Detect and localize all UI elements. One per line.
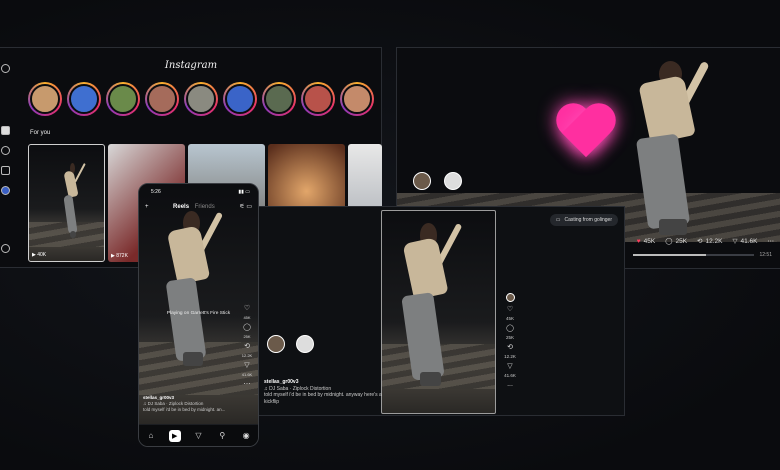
share-icon[interactable]: ▽: [244, 361, 249, 369]
status-bar: 5:26 ▮▮ ▭: [151, 189, 250, 195]
tagged-avatars: [413, 172, 462, 190]
progress-bar[interactable]: [633, 254, 754, 256]
avatar: [444, 172, 462, 190]
story-avatar[interactable]: [145, 82, 179, 116]
instagram-logo: Instagram: [164, 60, 218, 71]
home-icon[interactable]: [1, 126, 10, 135]
reel-video[interactable]: [381, 210, 496, 414]
story-avatar[interactable]: [262, 82, 296, 116]
story-avatar[interactable]: [301, 82, 335, 116]
story-avatar[interactable]: [106, 82, 140, 116]
story-avatar[interactable]: [67, 82, 101, 116]
search-icon[interactable]: ⚲: [216, 430, 228, 442]
reel-caption: stellas_gr00v3 ♫ DJ Saba · Ziplock Disto…: [143, 395, 239, 412]
story-avatar[interactable]: [184, 82, 218, 116]
tablet-window: ▭ Casting from golinger ♡ 45K ◯ 25K ⟲ 12.2K…: [258, 206, 625, 416]
more-icon[interactable]: [1, 244, 10, 253]
comment-icon[interactable]: ◯: [506, 324, 514, 332]
duration: 12:51: [759, 252, 772, 258]
caption-text: told myself i'd be in bed by midnight. a…: [264, 392, 382, 405]
avatar: [296, 335, 314, 353]
repost-stat[interactable]: ⟲ 12.2K: [697, 237, 722, 246]
comment-stat[interactable]: ◯ 25K: [665, 237, 687, 246]
like-stat[interactable]: ♥ 45K: [637, 238, 655, 245]
heart-icon[interactable]: ♡: [244, 304, 250, 312]
tab-friends[interactable]: Friends: [195, 204, 215, 210]
reel-tile[interactable]: ▶ 40K: [28, 144, 105, 262]
share-stat[interactable]: ▽ 41.6K: [732, 237, 758, 246]
song-info[interactable]: ♫ DJ Saba · Ziplock Distortion: [143, 401, 203, 406]
avatar[interactable]: [505, 293, 515, 302]
heart-icon[interactable]: ♡: [507, 305, 513, 313]
avatar: [413, 172, 431, 190]
laptop-sidebar: [0, 48, 12, 267]
share-icon[interactable]: ▽: [507, 362, 512, 370]
phone-action-rail: ♡ 45K ◯ 25K ⟲ 12.2K ▽ 41.6K ⋯: [241, 304, 253, 388]
reel-caption: stellas_gr00v3 ♫ DJ Saba · Ziplock Disto…: [264, 379, 382, 405]
heart-animation: [555, 105, 617, 161]
scene: Instagram For you ▶ 40K ▶ 872K ♥ 45K ◯ 2…: [0, 0, 780, 470]
casting-badge[interactable]: ▭ Casting from golinger: [549, 214, 618, 226]
username[interactable]: stellas_gr00v3: [143, 395, 174, 400]
repost-icon[interactable]: ⟲: [244, 342, 250, 350]
tab-reels[interactable]: Reels: [173, 204, 189, 210]
search-icon[interactable]: [1, 146, 10, 155]
signal-battery-icon: ▮▮ ▭: [238, 189, 250, 195]
explore-icon[interactable]: [1, 186, 10, 195]
phone-device: 5:26 ▮▮ ▭ + Reels Friends ⚟ ▭ Playing on…: [138, 183, 259, 447]
cast-icon[interactable]: ▭: [246, 204, 252, 210]
avatar: [267, 335, 285, 353]
heart-icon: ♥: [636, 237, 641, 245]
bottom-nav: ⌂ ▶ ▽ ⚲ ◉: [139, 424, 258, 446]
add-icon[interactable]: +: [145, 204, 149, 210]
share-icon: ▽: [732, 238, 738, 245]
view-count: ▶ 872K: [111, 253, 128, 259]
comment-icon: ◯: [665, 238, 673, 245]
comment-icon[interactable]: ◯: [243, 323, 251, 331]
send-icon[interactable]: ▽: [192, 430, 204, 442]
repost-icon: ⟲: [697, 238, 703, 245]
caption-text: told myself i'd be in bed by midnight. a…: [143, 406, 226, 412]
stories-row: [28, 82, 374, 116]
username[interactable]: stellas_gr00v3: [264, 379, 298, 385]
cast-icon: ▭: [555, 217, 561, 223]
more-icon[interactable]: ...: [507, 381, 513, 388]
story-avatar[interactable]: [28, 82, 62, 116]
tagged-avatars: [267, 335, 314, 353]
bookmark-icon[interactable]: [1, 166, 10, 175]
repost-icon[interactable]: ⟲: [507, 343, 513, 351]
tv-stats-bar: ♥ 45K ◯ 25K ⟲ 12.2K ▽ 41.6K ⋯: [637, 237, 775, 246]
profile-icon[interactable]: ◉: [240, 430, 252, 442]
reels-header: + Reels Friends ⚟ ▭: [145, 203, 252, 211]
story-avatar[interactable]: [223, 82, 257, 116]
home-icon[interactable]: ⌂: [145, 430, 157, 442]
story-avatar[interactable]: [340, 82, 374, 116]
song-info[interactable]: ♫ DJ Saba · Ziplock Distortion: [264, 386, 331, 392]
view-count: ▶ 40K: [32, 252, 47, 258]
reels-icon[interactable]: ▶: [168, 429, 181, 442]
section-label: For you: [30, 130, 51, 136]
clock: 5:26: [151, 189, 161, 195]
more-icon[interactable]: ⋯: [244, 380, 251, 388]
tablet-action-rail: ♡ 45K ◯ 25K ⟲ 12.2K ▽ 41.6K ...: [501, 293, 519, 388]
more-icon[interactable]: ⋯: [768, 237, 775, 245]
filter-icon[interactable]: ⚟: [239, 204, 244, 210]
